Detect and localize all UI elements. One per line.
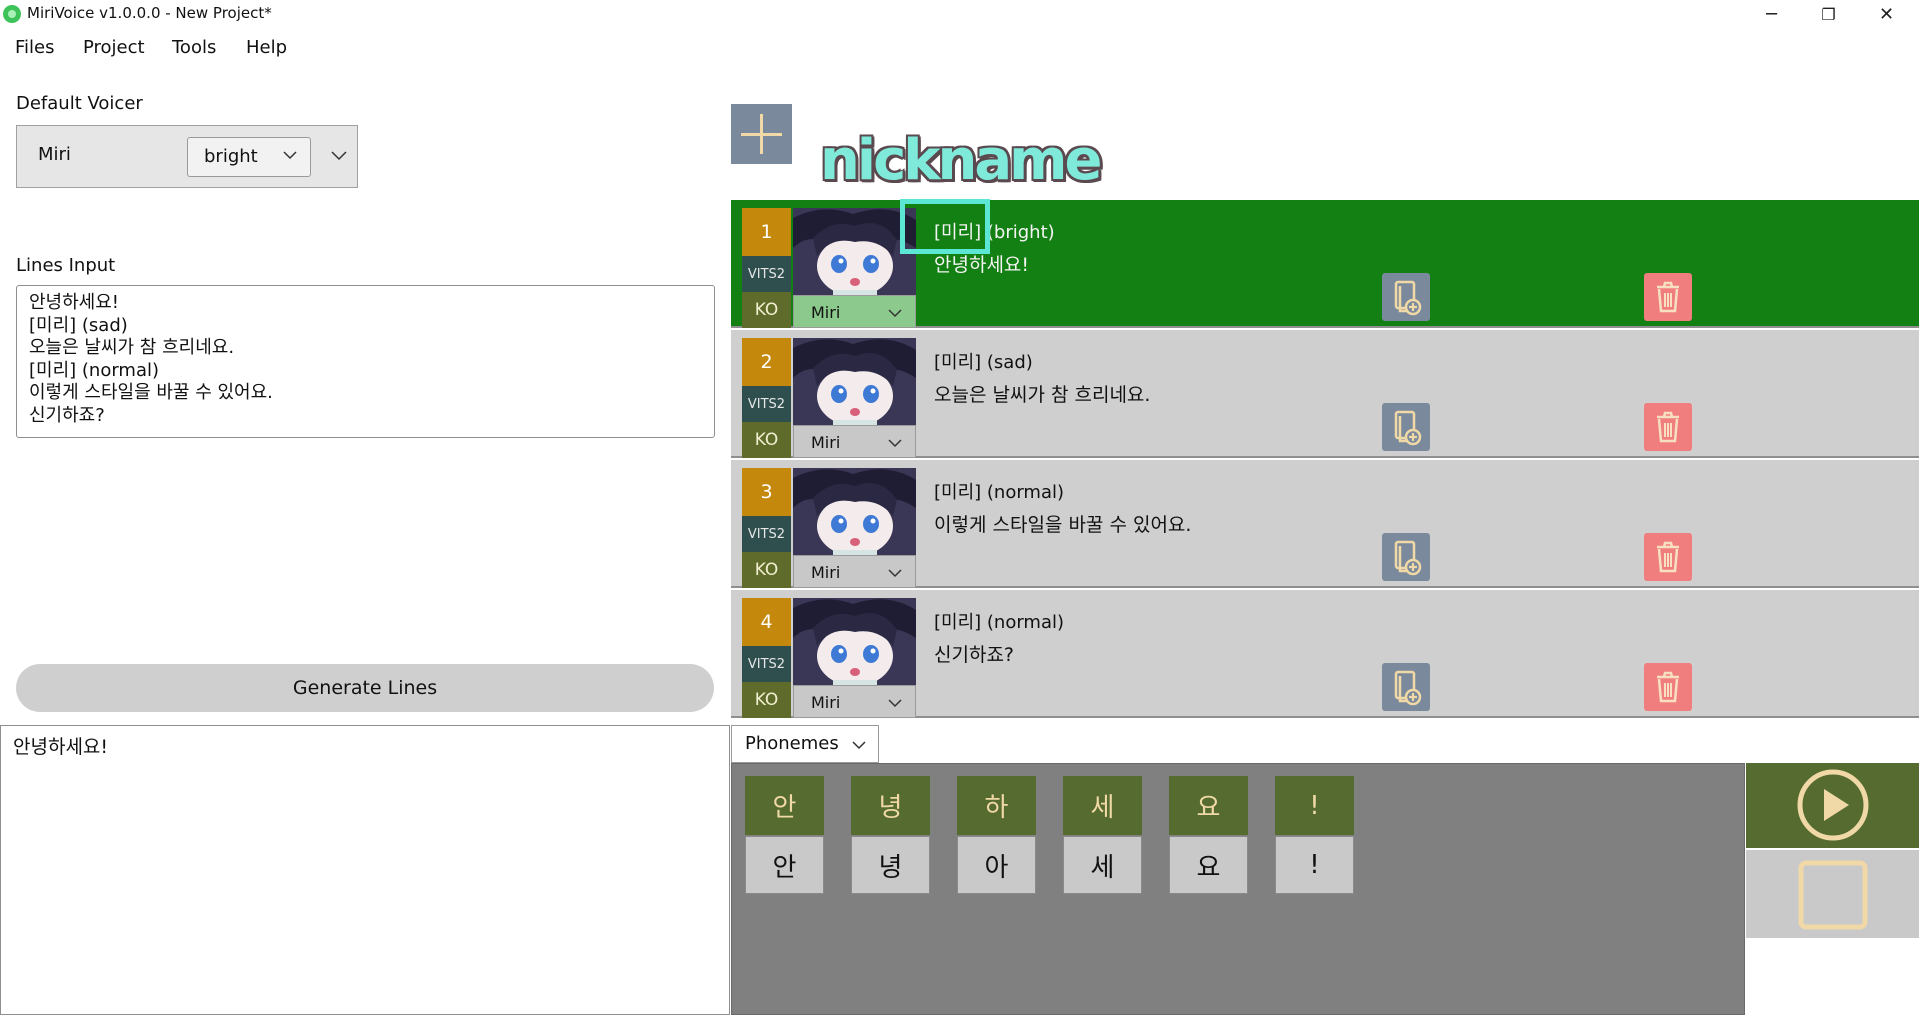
phoneme-char[interactable]: 녕 (851, 776, 930, 835)
editor-mode-value: Phonemes (745, 733, 839, 754)
delete-line-button[interactable] (1644, 403, 1692, 451)
voicer-avatar (793, 468, 916, 556)
language-badge: KO (742, 422, 791, 458)
model-badge: VITS2 (742, 646, 791, 682)
minimize-button[interactable]: ─ (1743, 0, 1800, 29)
line-voicer-select[interactable]: Miri (793, 425, 916, 458)
copy-add-icon (1394, 410, 1422, 446)
phoneme-value[interactable]: 안 (745, 836, 824, 894)
duplicate-line-button[interactable] (1382, 533, 1430, 581)
line-speaker-style[interactable]: [미리] (normal) (934, 478, 1064, 504)
trash-icon (1657, 541, 1679, 573)
model-badge: VITS2 (742, 516, 791, 552)
phoneme-value[interactable]: 녕 (851, 836, 930, 894)
phoneme-char[interactable]: ! (1275, 776, 1354, 835)
line-voicer-name: Miri (811, 693, 841, 712)
copy-add-icon (1394, 280, 1422, 316)
line-voicer-select[interactable]: Miri (793, 555, 916, 588)
stop-button[interactable] (1746, 850, 1919, 938)
chevron-down-icon (331, 151, 347, 161)
phoneme-value[interactable]: 요 (1169, 836, 1248, 894)
line-voicer-name: Miri (811, 563, 841, 582)
lines-input-textarea[interactable]: 안녕하세요! [미리] (sad) 오늘은 날씨가 참 흐리네요. [미리] (… (16, 285, 715, 438)
line-text[interactable]: 오늘은 날씨가 참 흐리네요. (934, 380, 1150, 407)
copy-add-icon (1394, 670, 1422, 706)
menu-help[interactable]: Help (246, 37, 287, 58)
menu-files[interactable]: Files (15, 37, 55, 58)
voice-style-select[interactable]: bright (187, 137, 311, 177)
model-badge: VITS2 (742, 386, 791, 422)
language-badge: KO (742, 292, 791, 328)
delete-line-button[interactable] (1644, 663, 1692, 711)
phoneme-char[interactable]: 세 (1063, 776, 1142, 835)
trash-icon (1657, 281, 1679, 313)
default-voicer-name: Miri (38, 144, 71, 165)
phoneme-char[interactable]: 요 (1169, 776, 1248, 835)
window-title: MiriVoice v1.0.0.0 - New Project* (27, 4, 272, 22)
voicer-avatar (793, 208, 916, 296)
phoneme-value[interactable]: 아 (957, 836, 1036, 894)
line-voicer-name: Miri (811, 303, 841, 322)
phoneme-char[interactable]: 안 (745, 776, 824, 835)
line-card[interactable]: 3 VITS2 KO Miri [미리] (normal) 이렇게 스타일을 바… (731, 460, 1919, 588)
menu-project[interactable]: Project (83, 37, 145, 58)
menu-tools[interactable]: Tools (172, 37, 216, 58)
line-number-badge: 1 (742, 208, 791, 256)
default-voicer-label: Default Voicer (16, 93, 143, 114)
chevron-down-icon (888, 309, 902, 318)
language-badge: KO (742, 552, 791, 588)
voice-style-value: bright (204, 146, 258, 167)
duplicate-line-button[interactable] (1382, 663, 1430, 711)
line-text[interactable]: 신기하죠? (934, 640, 1014, 667)
phoneme-value[interactable]: 세 (1063, 836, 1142, 894)
selected-line-text[interactable]: 안녕하세요! (0, 725, 730, 1015)
line-voicer-select[interactable]: Miri (793, 295, 916, 328)
line-voicer-select[interactable]: Miri (793, 685, 916, 718)
line-number-badge: 4 (742, 598, 791, 646)
chevron-down-icon (852, 741, 866, 750)
line-voicer-name: Miri (811, 433, 841, 452)
line-speaker-style[interactable]: [미리] (normal) (934, 608, 1064, 634)
voicer-avatar (793, 338, 916, 426)
chevron-down-icon (888, 569, 902, 578)
title-bar: MiriVoice v1.0.0.0 - New Project* ─ ❐ ✕ (0, 0, 1919, 29)
play-icon (1797, 769, 1869, 841)
stop-icon (1798, 860, 1868, 930)
line-card[interactable]: 2 VITS2 KO Miri [미리] (sad) 오늘은 날씨가 참 흐리네… (731, 330, 1919, 458)
close-button[interactable]: ✕ (1858, 0, 1915, 29)
trash-icon (1657, 671, 1679, 703)
app-logo-icon (3, 5, 21, 23)
chevron-down-icon (283, 151, 297, 160)
phoneme-char[interactable]: 하 (957, 776, 1036, 835)
line-text[interactable]: 이렇게 스타일을 바꿀 수 있어요. (934, 510, 1191, 537)
chevron-down-icon (888, 439, 902, 448)
maximize-button[interactable]: ❐ (1800, 0, 1857, 29)
phoneme-editor: 안 안 녕 녕 하 아 세 세 요 요!! (731, 763, 1745, 1015)
line-text[interactable]: 안녕하세요! (934, 250, 1029, 277)
duplicate-line-button[interactable] (1382, 403, 1430, 451)
line-card[interactable]: 4 VITS2 KO Miri [미리] (normal) 신기하죠? (731, 590, 1919, 718)
phoneme-value[interactable]: ! (1275, 836, 1354, 894)
default-voicer-dropdown[interactable]: Miri bright (16, 125, 358, 188)
nickname-annotation: nickname (820, 128, 1102, 193)
delete-line-button[interactable] (1644, 533, 1692, 581)
nickname-highlight-box (900, 199, 990, 254)
trash-icon (1657, 411, 1679, 443)
line-number-badge: 2 (742, 338, 791, 386)
voicer-avatar (793, 598, 916, 686)
copy-add-icon (1394, 540, 1422, 576)
delete-line-button[interactable] (1644, 273, 1692, 321)
chevron-down-icon (888, 699, 902, 708)
language-badge: KO (742, 682, 791, 718)
line-speaker-style[interactable]: [미리] (sad) (934, 348, 1033, 374)
line-number-badge: 3 (742, 468, 791, 516)
generate-lines-button[interactable]: Generate Lines (16, 664, 714, 712)
editor-mode-select[interactable]: Phonemes (731, 725, 879, 763)
duplicate-line-button[interactable] (1382, 273, 1430, 321)
model-badge: VITS2 (742, 256, 791, 292)
add-line-button[interactable] (731, 104, 792, 164)
play-button[interactable] (1746, 763, 1919, 848)
lines-input-label: Lines Input (16, 255, 116, 276)
